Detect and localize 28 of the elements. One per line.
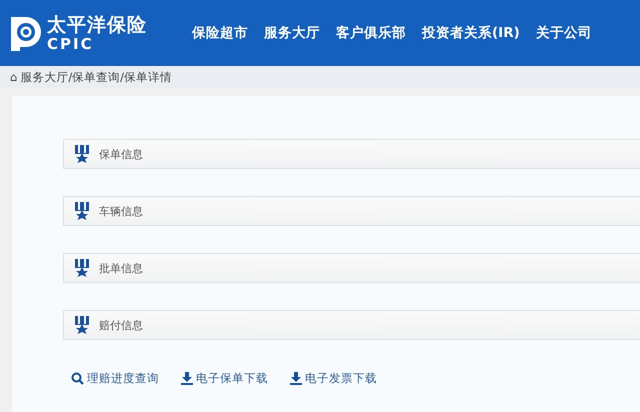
download-icon bbox=[290, 372, 302, 385]
section-header[interactable]: 车辆信息 bbox=[63, 196, 640, 226]
nav-link[interactable]: 投资者关系(IR) bbox=[422, 24, 520, 42]
search-icon bbox=[71, 372, 84, 385]
logo-icon bbox=[8, 14, 42, 52]
action-link[interactable]: 理赔进度查询 bbox=[71, 371, 159, 386]
nav-link[interactable]: 保险超市 bbox=[192, 24, 248, 42]
section-title: 保单信息 bbox=[99, 146, 143, 162]
nav-link[interactable]: 关于公司 bbox=[536, 24, 592, 42]
action-link[interactable]: 电子发票下载 bbox=[290, 371, 377, 386]
section-title: 车辆信息 bbox=[99, 204, 143, 218]
logo-name: 太平洋保险 bbox=[47, 14, 147, 36]
section-title: 赔付信息 bbox=[99, 318, 143, 332]
logo-subtitle: CPIC bbox=[47, 36, 95, 52]
medal-icon bbox=[74, 316, 90, 334]
download-icon bbox=[181, 372, 193, 385]
medal-icon bbox=[74, 145, 90, 163]
section-header[interactable]: 批单信息 bbox=[63, 253, 640, 283]
section-header[interactable]: 赔付信息 bbox=[63, 310, 640, 340]
action-link[interactable]: 电子保单下载 bbox=[181, 371, 268, 386]
nav-link[interactable]: 服务大厅 bbox=[264, 24, 320, 42]
home-icon: ⌂ bbox=[10, 70, 18, 84]
nav-link[interactable]: 客户俱乐部 bbox=[336, 24, 406, 42]
section-header[interactable]: 保单信息 bbox=[63, 139, 640, 169]
medal-icon bbox=[74, 202, 90, 220]
section-title: 批单信息 bbox=[99, 260, 143, 276]
breadcrumb-path: 服务大厅/保单查询/保单详情 bbox=[20, 70, 172, 84]
medal-icon bbox=[74, 259, 90, 277]
